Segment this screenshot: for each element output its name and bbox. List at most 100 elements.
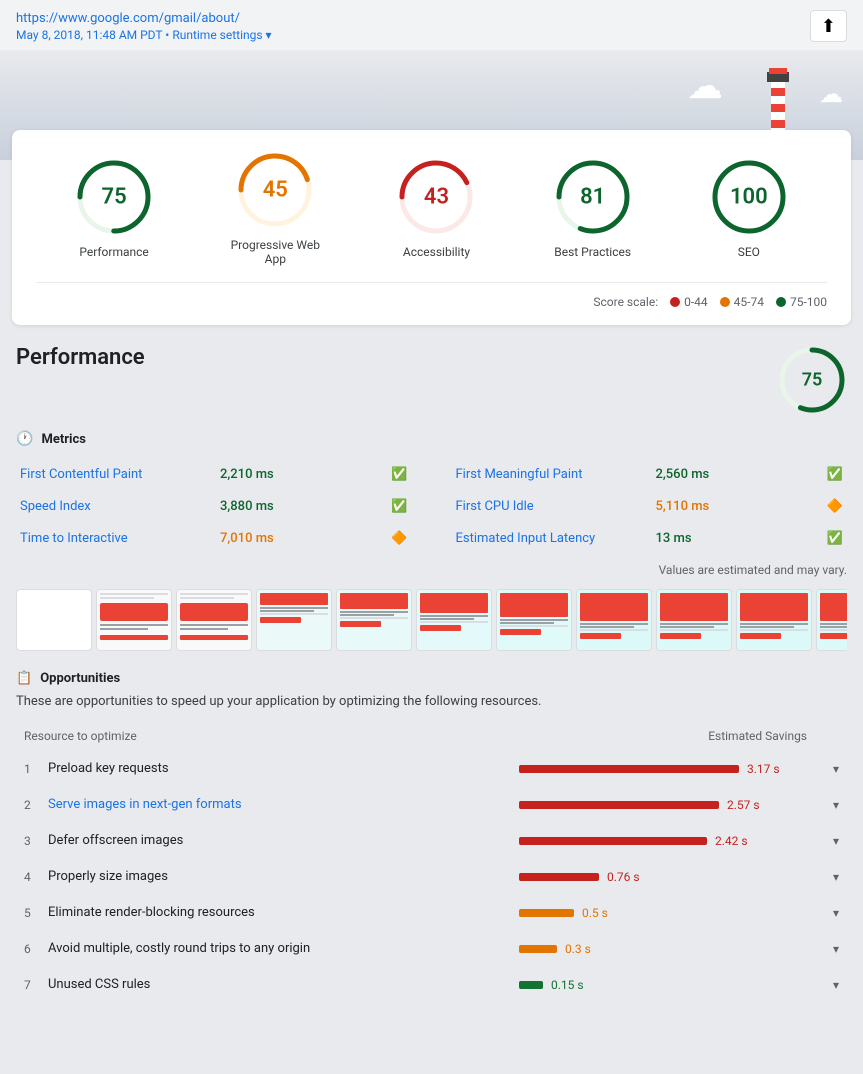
metric-fmp-status: ✅: [823, 459, 847, 491]
opp-bar-container: 2.42 s: [519, 834, 819, 848]
metric-tti-name[interactable]: Time to Interactive: [16, 523, 216, 555]
opp-name: Eliminate render-blocking resources: [48, 905, 519, 920]
score-item-accessibility[interactable]: 43 Accessibility: [396, 157, 476, 259]
share-button[interactable]: ⬆: [810, 10, 847, 42]
opportunities-section: 📋 Opportunities These are opportunities …: [16, 671, 847, 1003]
metric-fci-status: 🔶: [823, 491, 847, 523]
scale-range-red: 0-44: [684, 295, 708, 309]
scale-item-red: 0-44: [670, 295, 708, 309]
col-savings-label: Estimated Savings: [539, 729, 839, 743]
opp-expand-chevron[interactable]: ▾: [819, 978, 839, 992]
opp-bar: [519, 873, 599, 881]
opportunity-row[interactable]: 6 Avoid multiple, costly round trips to …: [16, 931, 847, 967]
opp-savings: 0.76 s: [607, 870, 640, 884]
score-card: 75 Performance 45 Progressive Web App 43…: [12, 130, 851, 325]
url-link[interactable]: https://www.google.com/gmail/about/: [16, 10, 272, 26]
score-circle-performance: 75: [74, 157, 154, 237]
film-frame-10: [816, 589, 847, 651]
metrics-header: 🕐 Metrics: [16, 431, 847, 447]
score-circle-seo: 100: [709, 157, 789, 237]
opp-num: 5: [24, 906, 48, 920]
opp-expand-chevron[interactable]: ▾: [819, 834, 839, 848]
opp-savings: 0.5 s: [582, 906, 608, 920]
opportunity-row[interactable]: 2 Serve images in next-gen formats 2.57 …: [16, 787, 847, 823]
opp-bar-container: 0.3 s: [519, 942, 819, 956]
score-label-accessibility: Accessibility: [403, 245, 470, 259]
metric-fci-value: 5,110 ms: [652, 491, 823, 523]
film-frame-9: [736, 589, 812, 651]
metrics-row-2: Speed Index 3,880 ms ✅ First CPU Idle 5,…: [16, 491, 847, 523]
film-frame-3: [256, 589, 332, 651]
score-scale-label: Score scale:: [593, 295, 658, 309]
scale-range-green: 75-100: [790, 295, 827, 309]
opp-savings: 3.17 s: [747, 762, 780, 776]
opp-savings: 2.57 s: [727, 798, 760, 812]
score-value-pwa: 45: [263, 178, 288, 203]
score-value-seo: 100: [730, 185, 768, 210]
metric-eil-name[interactable]: Estimated Input Latency: [452, 523, 652, 555]
scale-dot-green: [776, 297, 786, 307]
opportunity-row[interactable]: 3 Defer offscreen images 2.42 s ▾: [16, 823, 847, 859]
metric-fcp-status: ✅: [387, 459, 411, 491]
film-frame-4: [336, 589, 412, 651]
opportunities-icon: 📋: [16, 671, 32, 686]
opp-expand-chevron[interactable]: ▾: [819, 762, 839, 776]
score-value-best-practices: 81: [580, 185, 605, 210]
opp-savings: 0.3 s: [565, 942, 591, 956]
opportunity-row[interactable]: 4 Properly size images 0.76 s ▾: [16, 859, 847, 895]
opportunity-row[interactable]: 1 Preload key requests 3.17 s ▾: [16, 751, 847, 787]
film-frame-7: [576, 589, 652, 651]
metrics-row-1: First Contentful Paint 2,210 ms ✅ First …: [16, 459, 847, 491]
metric-fmp-name[interactable]: First Meaningful Paint: [452, 459, 652, 491]
opp-num: 4: [24, 870, 48, 884]
metric-fci-name[interactable]: First CPU Idle: [452, 491, 652, 523]
metric-eil-value: 13 ms: [652, 523, 823, 555]
opportunities-table-header: Resource to optimize Estimated Savings: [16, 725, 847, 747]
film-frame-5: [416, 589, 492, 651]
metric-si-name[interactable]: Speed Index: [16, 491, 216, 523]
score-item-best-practices[interactable]: 81 Best Practices: [553, 157, 633, 259]
opp-bar-container: 3.17 s: [519, 762, 819, 776]
scale-dot-orange: [720, 297, 730, 307]
score-item-pwa[interactable]: 45 Progressive Web App: [230, 150, 320, 266]
opportunity-row[interactable]: 5 Eliminate render-blocking resources 0.…: [16, 895, 847, 931]
filmstrip: [16, 589, 847, 651]
header: https://www.google.com/gmail/about/ May …: [0, 0, 863, 50]
opportunities-header: 📋 Opportunities: [16, 671, 847, 686]
opp-name[interactable]: Serve images in next-gen formats: [48, 797, 519, 812]
header-left: https://www.google.com/gmail/about/ May …: [16, 10, 272, 42]
score-label-seo: SEO: [738, 245, 760, 259]
opportunity-row[interactable]: 7 Unused CSS rules 0.15 s ▾: [16, 967, 847, 1003]
score-item-performance[interactable]: 75 Performance: [74, 157, 154, 259]
score-item-seo[interactable]: 100 SEO: [709, 157, 789, 259]
cloud-icon-2: ☁: [819, 80, 843, 108]
opp-num: 6: [24, 942, 48, 956]
score-circle-best-practices: 81: [553, 157, 633, 237]
estimated-note: Values are estimated and may vary.: [16, 563, 847, 577]
score-label-best-practices: Best Practices: [554, 245, 631, 259]
opp-bar: [519, 945, 557, 953]
metric-eil-status: ✅: [823, 523, 847, 555]
opportunities-title: Opportunities: [40, 671, 120, 686]
performance-section-header: Performance 75: [16, 345, 847, 415]
metric-fcp-name[interactable]: First Contentful Paint: [16, 459, 216, 491]
opp-bar-container: 2.57 s: [519, 798, 819, 812]
opp-name: Unused CSS rules: [48, 977, 519, 992]
opp-expand-chevron[interactable]: ▾: [819, 906, 839, 920]
opp-bar: [519, 837, 707, 845]
opp-expand-chevron[interactable]: ▾: [819, 942, 839, 956]
opp-bar: [519, 981, 543, 989]
runtime-chevron[interactable]: ▾: [266, 28, 272, 42]
opp-name: Avoid multiple, costly round trips to an…: [48, 941, 519, 956]
metric-fmp-value: 2,560 ms: [652, 459, 823, 491]
clock-icon: 🕐: [16, 431, 33, 447]
metrics-row-3: Time to Interactive 7,010 ms 🔶 Estimated…: [16, 523, 847, 555]
url-anchor[interactable]: https://www.google.com/gmail/about/: [16, 11, 240, 26]
scale-item-orange: 45-74: [720, 295, 764, 309]
opp-expand-chevron[interactable]: ▾: [819, 870, 839, 884]
score-circle-pwa: 45: [235, 150, 315, 230]
opp-expand-chevron[interactable]: ▾: [819, 798, 839, 812]
score-scale: Score scale: 0-44 45-74 75-100: [36, 282, 827, 309]
opp-bar-container: 0.15 s: [519, 978, 819, 992]
opp-bar-container: 0.76 s: [519, 870, 819, 884]
